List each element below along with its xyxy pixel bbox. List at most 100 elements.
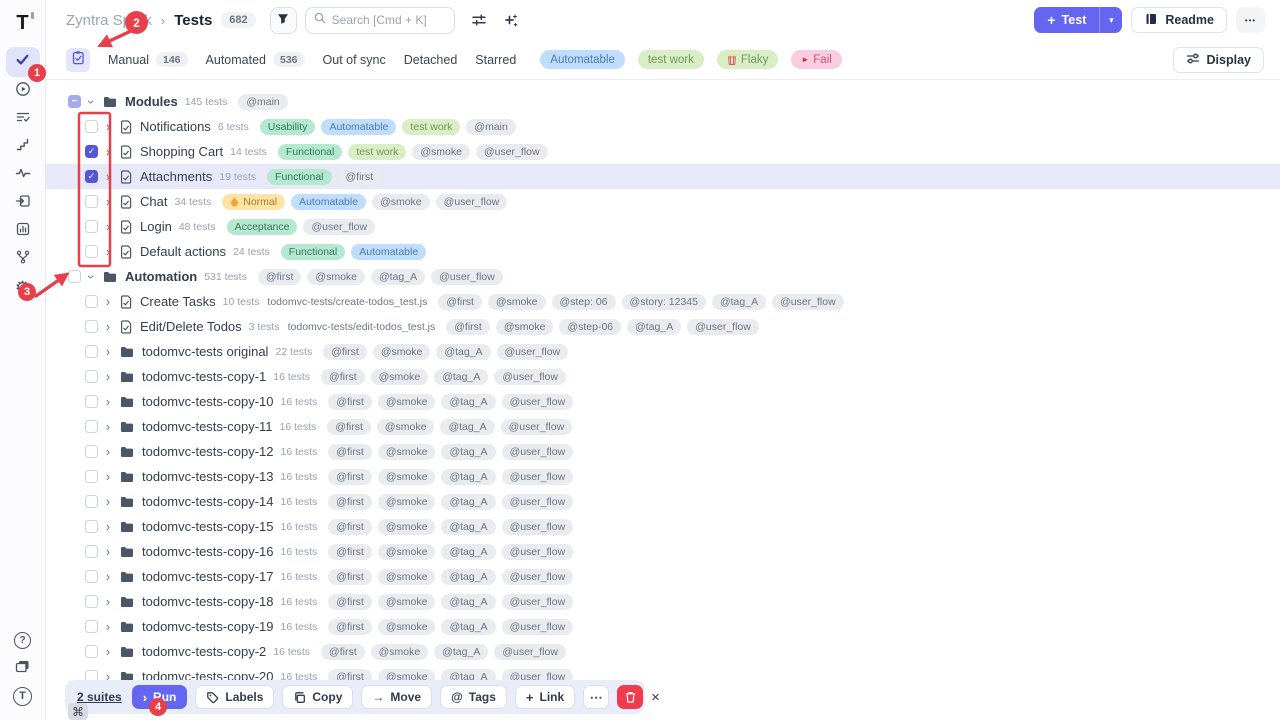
tag-chip-first[interactable]: @first <box>328 594 372 610</box>
row-name[interactable]: Create Tasks <box>140 294 216 309</box>
tree-row-shopping-cart[interactable]: ✓›Shopping Cart14 testsFunctionaltest wo… <box>46 139 1280 164</box>
batch-select-button[interactable] <box>66 48 90 72</box>
tag-chip-user-flow[interactable]: @user_flow <box>303 219 375 235</box>
test-dropdown-toggle[interactable]: ▾ <box>1099 7 1122 33</box>
row-chevron-icon[interactable]: › <box>84 97 98 107</box>
tag-chip-smoke[interactable]: @smoke <box>371 644 429 660</box>
row-chevron-icon[interactable]: › <box>103 195 113 209</box>
row-name[interactable]: todomvc-tests-copy-16 <box>142 544 274 559</box>
filter-toggle-starred[interactable]: Starred <box>475 53 516 67</box>
tag-chip-first[interactable]: @first <box>328 444 372 460</box>
footer-button-move[interactable]: →Move <box>361 685 432 709</box>
row-checkbox[interactable]: − <box>68 95 81 108</box>
tag-chip-first[interactable]: @first <box>321 369 365 385</box>
tag-chip-user-flow[interactable]: @user_flow <box>502 394 574 410</box>
row-checkbox[interactable] <box>85 545 98 558</box>
sidebar-item-projects[interactable] <box>6 654 40 682</box>
row-chevron-icon[interactable]: › <box>103 420 113 434</box>
tag-chip-user-flow[interactable]: @user_flow <box>502 519 574 535</box>
tag-chip-smoke[interactable]: @smoke <box>307 269 365 285</box>
tree-row-automation[interactable]: ›Automation531 tests@first@smoke@tag_A@u… <box>46 264 1280 289</box>
row-checkbox[interactable] <box>85 420 98 433</box>
tag-chip-user-flow[interactable]: @user_flow <box>497 344 569 360</box>
tag-chip-user-flow[interactable]: @user_flow <box>502 544 574 560</box>
tag-chip-user-flow[interactable]: @user_flow <box>436 194 508 210</box>
filter-funnel-button[interactable] <box>270 7 297 34</box>
row-checkbox[interactable] <box>85 370 98 383</box>
tag-chip-smoke[interactable]: @smoke <box>378 519 436 535</box>
row-name[interactable]: todomvc-tests-copy-13 <box>142 469 274 484</box>
row-name[interactable]: Default actions <box>140 244 226 259</box>
row-chevron-icon[interactable]: › <box>103 620 113 634</box>
row-chevron-icon[interactable]: › <box>103 170 113 184</box>
tree-row-todomvc-tests-copy-16[interactable]: ›todomvc-tests-copy-1616 tests@first@smo… <box>46 539 1280 564</box>
row-name[interactable]: Edit/Delete Todos <box>140 319 242 334</box>
ai-sparkle-icon[interactable] <box>503 13 518 28</box>
row-name[interactable]: todomvc-tests-copy-2 <box>142 644 266 659</box>
tag-chip-user-flow[interactable]: @user_flow <box>502 469 574 485</box>
tag-chip-first[interactable]: @first <box>321 644 365 660</box>
row-checkbox[interactable] <box>85 620 98 633</box>
tag-chip-tag-a[interactable]: @tag_A <box>371 269 425 285</box>
tag-chip-automatable[interactable]: Automatable <box>321 119 396 135</box>
row-chevron-icon[interactable]: › <box>103 220 113 234</box>
tag-chip-step-06[interactable]: @step: 06 <box>552 294 616 310</box>
row-checkbox[interactable] <box>85 570 98 583</box>
tree-row-todomvc-tests-copy-14[interactable]: ›todomvc-tests-copy-1416 tests@first@smo… <box>46 489 1280 514</box>
sidebar-item-import[interactable] <box>6 189 40 217</box>
tag-chip-tag-a[interactable]: @tag_A <box>441 494 495 510</box>
new-test-split-button[interactable]: +Test ▾ <box>1034 7 1122 33</box>
tag-chip-first[interactable]: @first <box>258 269 302 285</box>
row-checkbox[interactable]: ✓ <box>85 145 98 158</box>
row-checkbox[interactable] <box>85 195 98 208</box>
tag-chip-tag-a[interactable]: @tag_A <box>441 444 495 460</box>
row-chevron-icon[interactable]: › <box>103 520 113 534</box>
row-chevron-icon[interactable]: › <box>103 570 113 584</box>
sidebar-item-settings[interactable]: ⚙ <box>6 273 40 301</box>
row-chevron-icon[interactable]: › <box>103 320 113 334</box>
tree-row-todomvc-tests-copy-17[interactable]: ›todomvc-tests-copy-1716 tests@first@smo… <box>46 564 1280 589</box>
row-checkbox[interactable] <box>85 595 98 608</box>
tag-chip-normal[interactable]: Normal <box>222 194 285 210</box>
sidebar-item-runs[interactable] <box>6 77 40 105</box>
tag-chip-smoke[interactable]: @smoke <box>378 619 436 635</box>
tag-chip-usability[interactable]: Usability <box>260 119 316 135</box>
footer-button-labels[interactable]: Labels <box>195 685 274 709</box>
tag-chip-tag-a[interactable]: @tag_A <box>441 569 495 585</box>
tag-chip-automatable[interactable]: Automatable <box>351 244 426 260</box>
row-checkbox[interactable] <box>85 395 98 408</box>
filter-toggle-manual[interactable]: Manual146 <box>108 52 188 67</box>
row-name[interactable]: Attachments <box>140 169 212 184</box>
sidebar-item-reports[interactable] <box>6 217 40 245</box>
tag-chip-tag-a[interactable]: @tag_A <box>441 619 495 635</box>
tag-chip-first[interactable]: @first <box>328 494 372 510</box>
row-chevron-icon[interactable]: › <box>103 245 113 259</box>
footer-button-more[interactable]: ⋯ <box>583 685 609 709</box>
row-checkbox[interactable] <box>85 245 98 258</box>
row-name[interactable]: Automation <box>125 269 197 284</box>
tag-chip-user-flow[interactable]: @user_flow <box>502 594 574 610</box>
footer-button-delete[interactable] <box>617 685 643 709</box>
tag-chip-functional[interactable]: Functional <box>267 169 331 185</box>
row-chevron-icon[interactable]: › <box>103 445 113 459</box>
tag-chip-user-flow[interactable]: @user_flow <box>502 619 574 635</box>
tag-chip-user-flow[interactable]: @user_flow <box>772 294 844 310</box>
row-name[interactable]: todomvc-tests-copy-1 <box>142 369 266 384</box>
sidebar-item-tests[interactable] <box>6 47 40 77</box>
footer-button-tags[interactable]: @Tags <box>440 685 507 709</box>
tag-chip-first[interactable]: @first <box>328 519 372 535</box>
row-checkbox[interactable] <box>85 320 98 333</box>
row-chevron-icon[interactable]: › <box>84 272 98 282</box>
tree-row-todomvc-tests-copy-13[interactable]: ›todomvc-tests-copy-1316 tests@first@smo… <box>46 464 1280 489</box>
row-checkbox[interactable] <box>85 295 98 308</box>
filter-chip-automatable[interactable]: Automatable <box>540 50 625 69</box>
tag-chip-user-flow[interactable]: @user_flow <box>431 269 503 285</box>
tag-chip-smoke[interactable]: @smoke <box>378 569 436 585</box>
tree-row-edit-delete-todos[interactable]: ›Edit/Delete Todos3 teststodomvc-tests/e… <box>46 314 1280 339</box>
sidebar-item-analytics[interactable] <box>6 161 40 189</box>
breadcrumb-project[interactable]: Zyntra Spark <box>66 12 152 29</box>
tag-chip-first[interactable]: @first <box>328 569 372 585</box>
row-checkbox[interactable] <box>85 120 98 133</box>
tree-row-modules[interactable]: −›Modules145 tests@main <box>46 89 1280 114</box>
tag-chip-smoke[interactable]: @smoke <box>378 394 436 410</box>
